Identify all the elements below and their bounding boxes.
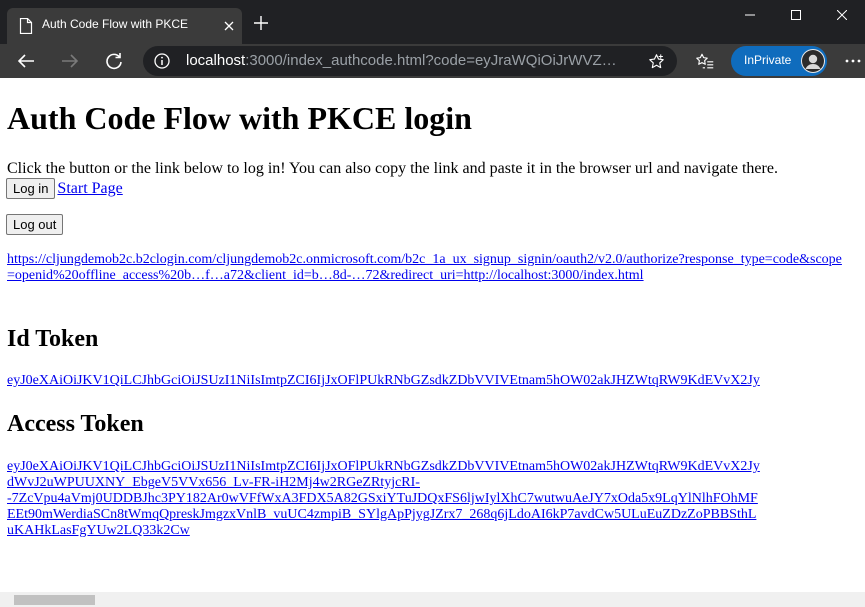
logout-button[interactable]: Log out xyxy=(6,214,64,235)
start-page-link[interactable]: Start Page xyxy=(57,180,122,198)
new-tab-button[interactable] xyxy=(250,12,272,34)
inprivate-label: InPrivate xyxy=(744,53,792,67)
page-title: Auth Code Flow with PKCE login xyxy=(7,100,472,136)
address-bar[interactable]: localhost:3000/index_authcode.html?code=… xyxy=(143,46,677,76)
forward-button[interactable] xyxy=(57,48,83,74)
browser-titlebar: Auth Code Flow with PKCE xyxy=(0,0,865,44)
add-favorite-button[interactable] xyxy=(647,52,665,70)
minimize-button[interactable] xyxy=(727,0,773,30)
back-arrow-icon xyxy=(17,54,34,68)
intro-text: Click the button or the link below to lo… xyxy=(7,160,778,177)
inprivate-badge[interactable]: InPrivate xyxy=(731,46,827,76)
close-icon xyxy=(837,10,847,20)
maximize-icon xyxy=(791,10,801,20)
id-token-heading: Id Token xyxy=(7,326,99,352)
login-row: Log in Start Page xyxy=(6,178,123,199)
star-icon xyxy=(648,53,664,68)
tab-title: Auth Code Flow with PKCE xyxy=(42,17,189,31)
refresh-icon xyxy=(106,53,122,70)
settings-more-button[interactable] xyxy=(840,48,865,74)
access-token-heading: Access Token xyxy=(7,411,144,437)
avatar[interactable] xyxy=(801,49,825,73)
id-token-link[interactable]: eyJ0eXAiOiJKV1QiLCJhbGciOiJSUzI1NiIsImtp… xyxy=(7,373,760,389)
address-url[interactable]: localhost:3000/index_authcode.html?code=… xyxy=(186,52,634,69)
favorites-icon xyxy=(696,53,714,69)
tab-close-button[interactable] xyxy=(221,18,237,34)
login-button[interactable]: Log in xyxy=(6,178,56,199)
browser-toolbar: localhost:3000/index_authcode.html?code=… xyxy=(0,44,865,78)
authorize-url-link[interactable]: https://cljungdemob2c.b2clogin.com/cljun… xyxy=(7,252,843,284)
info-icon[interactable] xyxy=(154,53,170,69)
close-icon xyxy=(224,21,234,31)
maximize-button[interactable] xyxy=(773,0,819,30)
horizontal-scrollbar[interactable] xyxy=(0,592,865,607)
forward-arrow-icon xyxy=(62,54,79,68)
scrollbar-thumb[interactable] xyxy=(14,595,95,605)
favorites-button[interactable] xyxy=(692,48,718,74)
address-path: :3000/index_authcode.html?code=eyJraWQiO… xyxy=(245,52,617,69)
page-icon xyxy=(19,18,33,34)
more-icon xyxy=(845,59,861,63)
page-content: Auth Code Flow with PKCE login Click the… xyxy=(0,78,865,592)
address-host: localhost xyxy=(186,52,246,69)
browser-tab[interactable]: Auth Code Flow with PKCE xyxy=(7,8,242,44)
back-button[interactable] xyxy=(13,48,39,74)
close-window-button[interactable] xyxy=(819,0,865,30)
refresh-button[interactable] xyxy=(101,48,127,74)
person-icon xyxy=(802,50,824,72)
access-token-link[interactable]: eyJ0eXAiOiJKV1QiLCJhbGciOiJSUzI1NiIsImtp… xyxy=(7,459,865,539)
plus-icon xyxy=(254,16,268,30)
minimize-icon xyxy=(745,14,755,16)
